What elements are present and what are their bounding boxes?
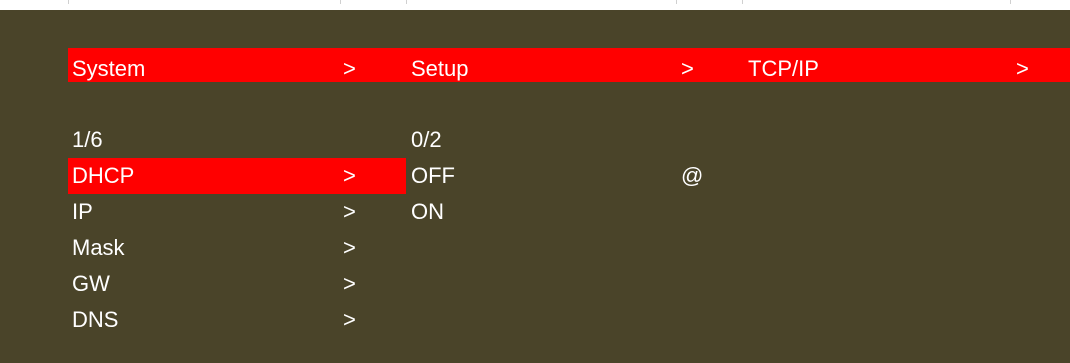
submenu-page-indicator: 0/2 [411,127,442,152]
chevron-right-icon: > [343,307,356,332]
submenu-option-on[interactable]: ON [411,199,444,225]
breadcrumb-setup-arrow-icon: > [681,56,694,81]
top-tick [340,0,341,4]
breadcrumb-setup[interactable]: Setup [411,56,469,82]
breadcrumb-tcpip[interactable]: TCP/IP [748,56,819,82]
top-tick [742,0,743,4]
current-value-marker-icon: @ [681,163,704,188]
breadcrumb-system[interactable]: System [72,56,145,82]
menu-item-label: DNS [72,307,119,332]
breadcrumb-bar [68,48,1070,82]
chevron-right-icon: > [343,235,356,260]
menu-item-label: GW [72,271,110,296]
top-tick [68,0,69,4]
top-tick [406,0,407,4]
top-tick [1010,0,1011,4]
menu-item-label: Mask [72,235,125,260]
breadcrumb-system-arrow-icon: > [343,56,356,81]
menu-page-indicator: 1/6 [72,127,103,152]
chevron-right-icon: > [343,271,356,296]
menu-item-label: DHCP [72,163,135,188]
top-tick [676,0,677,4]
breadcrumb-tcpip-arrow-icon: > [1016,56,1029,81]
menu-item-label: IP [72,199,93,224]
osd-menu-screen: System > Setup > TCP/IP > 1/6 DHCP > IP … [0,0,1070,363]
submenu-option-off[interactable]: OFF [411,163,455,189]
chevron-right-icon: > [343,163,356,188]
chevron-right-icon: > [343,199,356,224]
